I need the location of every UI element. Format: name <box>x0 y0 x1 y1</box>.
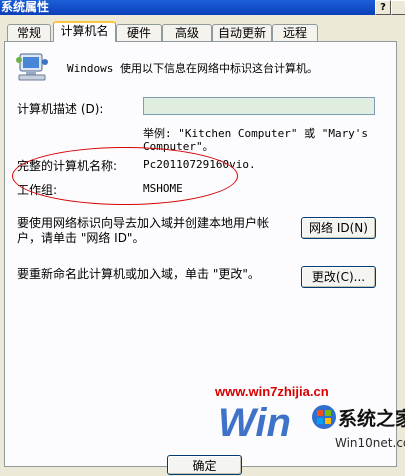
rename-text: 要重新命名此计算机或加入域，单击 "更改"。 <box>17 267 260 281</box>
ok-button[interactable]: 确定 <box>167 455 242 475</box>
intro-text: Windows 使用以下信息在网络中标识这台计算机。 <box>67 62 318 75</box>
title-bar: 系统属性 ? <box>0 0 405 15</box>
windows-flag-icon <box>312 405 336 429</box>
help-button[interactable]: ? <box>375 0 391 15</box>
network-id-button[interactable]: 网络 ID(N) <box>301 217 376 239</box>
tab-remote[interactable]: 远程 <box>272 24 318 41</box>
watermark-url: www.win7zhijia.cn <box>215 384 329 399</box>
window-title: 系统属性 <box>1 0 50 14</box>
network-id-text-line2: 户，请单击 "网络 ID"。 <box>17 231 145 245</box>
tab-auto-update[interactable]: 自动更新 <box>212 24 272 41</box>
tab-advanced[interactable]: 高级 <box>162 24 212 41</box>
tab-hardware[interactable]: 硬件 <box>116 24 162 41</box>
change-button[interactable]: 更改(C)... <box>301 266 376 288</box>
computer-description-field[interactable] <box>143 97 375 115</box>
tab-general[interactable]: 常规 <box>7 24 51 41</box>
tab-computer-name[interactable]: 计算机名 <box>53 21 116 42</box>
watermark-site: Win10net.com <box>335 436 405 450</box>
computer-network-icon <box>16 53 48 81</box>
highlight-annotation <box>12 147 238 205</box>
close-button[interactable] <box>391 0 405 15</box>
description-label: 计算机描述 (D): <box>17 102 104 116</box>
watermark-brand: 系统之家 <box>338 408 405 430</box>
svg-text:Win: Win <box>218 401 291 444</box>
